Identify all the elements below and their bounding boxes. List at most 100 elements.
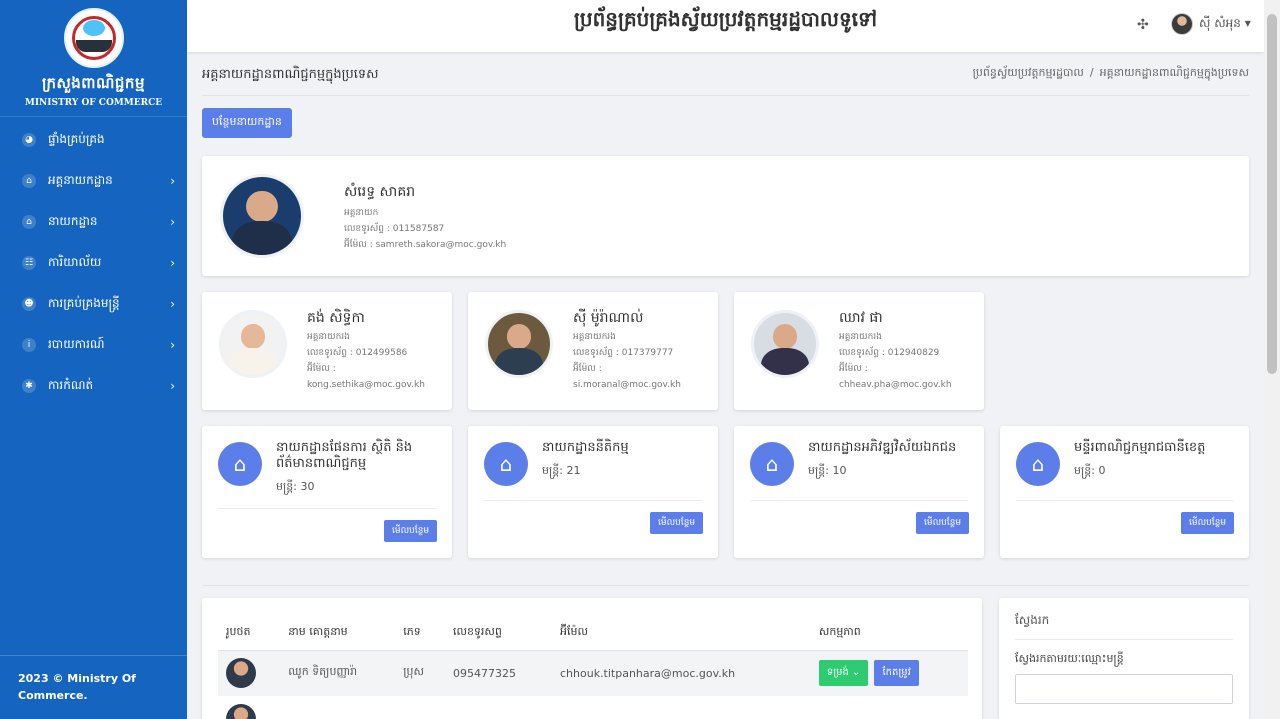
sidebar-item-label: ការិយាល័យ bbox=[48, 254, 102, 269]
column-header: សកម្មភាព bbox=[810, 616, 968, 651]
deputy-role: អគ្គនាយករង bbox=[307, 332, 350, 342]
page-header: អគ្គនាយកដ្ឋានពាណិជ្ជកម្មក្នុងប្រទេស ប្រព… bbox=[202, 66, 1249, 96]
deputy-photo bbox=[219, 310, 287, 378]
column-header: លេខទូរសព្ទ bbox=[445, 616, 552, 651]
deputy-role: អគ្គនាយករង bbox=[839, 332, 882, 342]
view-more-button[interactable]: មើលបន្ថែម bbox=[1181, 512, 1235, 534]
breadcrumb-link[interactable]: ប្រព័ន្ធស្វ័យប្រវត្តកម្មរដ្ឋបាល bbox=[973, 66, 1084, 79]
sidebar-item-reports[interactable]: i របាយការណ៍ › bbox=[0, 324, 187, 365]
department-name: នាយកដ្ឋានផែនការ ស្ថិតិ និងព័ត៌មានពាណិជ្ជ… bbox=[276, 440, 413, 471]
deputy-card: គង់ សិទ្ធិកា អគ្គនាយករង លេខទូរស័ព្ទ : 01… bbox=[202, 292, 452, 410]
deputy-email: kong.sethika@moc.gov.kh bbox=[307, 380, 425, 390]
deputy-email: chheav.pha@moc.gov.kh bbox=[839, 380, 952, 390]
chevron-right-icon: › bbox=[170, 337, 175, 352]
sidebar-nav: ◕ ផ្ទាំងគ្រប់គ្រង ⌂ អគ្គនាយកដ្ឋាន › ⌂ នា… bbox=[0, 117, 187, 406]
deputy-email: si.moranal@moc.gov.kh bbox=[573, 380, 681, 390]
sidebar-item-settings[interactable]: ✱ ការកំណត់ › bbox=[0, 365, 187, 406]
gear-icon: ✱ bbox=[22, 378, 36, 393]
gender-cell: ប្រុស bbox=[395, 650, 445, 696]
avatar bbox=[226, 658, 256, 689]
add-department-button[interactable]: បន្ថែមនាយកដ្ឋាន bbox=[202, 108, 292, 138]
deputy-card: ស៊ី ម៉ូរ៉ាណាល់ អគ្គនាយករង លេខទូរស័ព្ទ : … bbox=[468, 292, 718, 410]
sitemap-icon: ☷ bbox=[22, 255, 36, 270]
house-icon: ⌂ bbox=[484, 442, 528, 486]
deputy-role: អគ្គនាយករង bbox=[573, 332, 616, 342]
scrollbar[interactable] bbox=[1264, 0, 1280, 719]
search-input[interactable] bbox=[1015, 674, 1233, 704]
name-cell bbox=[280, 696, 395, 719]
avatar bbox=[1171, 13, 1193, 35]
column-header: ភេទ bbox=[395, 616, 445, 651]
staff-table: រូបថត នាម គោត្តនាម ភេទ លេខទូរសព្ទ អ៊ីម៉ែ… bbox=[218, 616, 968, 719]
deputy-email-label: អ៊ីម៉ែល : bbox=[839, 364, 868, 374]
column-header: អ៊ីម៉ែល bbox=[552, 616, 811, 651]
sidebar-item-label: ការកំណត់ bbox=[48, 377, 94, 392]
card-divider bbox=[484, 500, 702, 501]
column-header: រូបថត bbox=[218, 616, 281, 651]
name-cell: ឈូក ទិត្យបញ្ញារ៉ា bbox=[280, 650, 396, 696]
department-name: នាយកដ្ឋានអភិវឌ្ឍវិស័យឯកជន bbox=[808, 440, 957, 455]
house-icon: ⌂ bbox=[1016, 442, 1060, 486]
house-icon: ⌂ bbox=[750, 442, 794, 486]
user-menu[interactable]: ស៊ី សំអុន ▾ bbox=[1171, 13, 1251, 35]
deputy-phone: លេខទូរស័ព្ទ : 017379777 bbox=[573, 348, 674, 358]
profile-dropdown-button[interactable]: ទម្រង់ ⌄ bbox=[818, 660, 869, 687]
chevron-right-icon: › bbox=[170, 214, 175, 229]
user-name: ស៊ី សំអុន ▾ bbox=[1199, 16, 1251, 30]
sidebar-footer: 2023 © Ministry Of Commerce. bbox=[0, 655, 187, 719]
sidebar-item-dashboard[interactable]: ◕ ផ្ទាំងគ្រប់គ្រង bbox=[0, 119, 187, 160]
chevron-right-icon: › bbox=[170, 296, 175, 311]
system-title: ប្រព័ន្ធគ្រប់គ្រងស្វ័យប្រវត្តកម្មរដ្ឋបាល… bbox=[573, 7, 878, 31]
brand: ក្រសួងពាណិជ្ជកម្ម MINISTRY OF COMMERCE bbox=[0, 0, 187, 117]
avatar bbox=[226, 704, 256, 719]
table-header-row: រូបថត នាម គោត្តនាម ភេទ លេខទូរសព្ទ អ៊ីម៉ែ… bbox=[218, 616, 968, 651]
scrollbar-thumb[interactable] bbox=[1267, 14, 1277, 374]
director-info: អគ្គនាយក លេខទូរស័ព្ទ : 011587587 អ៊ីម៉ែល… bbox=[344, 205, 506, 253]
chevron-right-icon: › bbox=[170, 173, 175, 188]
sidebar-item-label: អគ្គនាយកដ្ឋាន bbox=[48, 172, 113, 187]
card-divider bbox=[1016, 500, 1234, 501]
department-card: ⌂ មន្ទីរពាណិជ្ជកម្មរាជធានីខេត្ត មន្ត្រី:… bbox=[1000, 426, 1249, 558]
sidebar-item-label: របាយការណ៍ bbox=[48, 336, 105, 351]
deputy-name: ស៊ី ម៉ូរ៉ាណាល់ bbox=[573, 310, 644, 326]
info-icon: i bbox=[22, 337, 36, 352]
globe-icon: ◕ bbox=[22, 132, 36, 147]
deputy-info: អគ្គនាយករង លេខទូរស័ព្ទ : 017379777 អ៊ីម៉… bbox=[573, 329, 681, 393]
deputy-email-label: អ៊ីម៉ែល : bbox=[573, 364, 602, 374]
brand-title-en: MINISTRY OF COMMERCE bbox=[24, 98, 163, 108]
edit-button[interactable]: កែតម្រូវ bbox=[874, 660, 919, 687]
phone-cell: 095477325 bbox=[445, 650, 552, 696]
department-card: ⌂ នាយកដ្ឋានអភិវឌ្ឍវិស័យឯកជន មន្ត្រី: 10 … bbox=[734, 426, 984, 558]
view-more-button[interactable]: មើលបន្ថែម bbox=[650, 512, 704, 534]
deputy-card: ឈាវ ផា អគ្គនាយករង លេខទូរស័ព្ទ : 01294082… bbox=[734, 292, 984, 410]
view-more-button[interactable]: មើលបន្ថែម bbox=[916, 512, 970, 534]
sidebar-item-departments[interactable]: ⌂ នាយកដ្ឋាន › bbox=[0, 201, 187, 242]
sidebar-item-label: ផ្ទាំងគ្រប់គ្រង bbox=[48, 131, 105, 146]
fullscreen-icon[interactable]: ✣ bbox=[1137, 17, 1149, 33]
director-phone: លេខទូរស័ព្ទ : 011587587 bbox=[344, 224, 445, 234]
sidebar-item-staff-management[interactable]: ☻ ការគ្រប់គ្រងមន្ត្រី › bbox=[0, 283, 187, 324]
director-card: សំរេទ្ធ សាគរា អគ្គនាយក លេខទូរស័ព្ទ : 011… bbox=[202, 156, 1249, 276]
photo-cell bbox=[218, 696, 280, 719]
deputy-name: គង់ សិទ្ធិកា bbox=[307, 310, 365, 326]
department-card: ⌂ នាយកដ្ឋាននីតិកម្ម មន្ត្រី: 21 មើលបន្ថែ… bbox=[468, 426, 718, 558]
staff-table-card: រូបថត នាម គោត្តនាម ភេទ លេខទូរសព្ទ អ៊ីម៉ែ… bbox=[202, 598, 982, 719]
ministry-logo[interactable] bbox=[63, 8, 124, 68]
chevron-right-icon: › bbox=[170, 255, 175, 270]
view-more-button[interactable]: មើលបន្ថែម bbox=[384, 520, 438, 542]
department-staff-count: មន្ត្រី: 30 bbox=[276, 480, 315, 493]
card-divider bbox=[1015, 639, 1233, 640]
email-cell: chhouk.titpanhara@moc.gov.kh bbox=[552, 650, 811, 696]
action-cell: ទម្រង់ ⌄ កែតម្រូវ bbox=[810, 650, 968, 696]
deputy-photo bbox=[751, 310, 819, 378]
email-cell bbox=[552, 696, 811, 719]
department-name: មន្ទីរពាណិជ្ជកម្មរាជធានីខេត្ត bbox=[1074, 440, 1206, 455]
deputy-info: អគ្គនាយករង លេខទូរស័ព្ទ : 012499586 អ៊ីម៉… bbox=[307, 329, 425, 393]
department-staff-count: មន្ត្រី: 10 bbox=[808, 464, 847, 477]
department-staff-count: មន្ត្រី: 21 bbox=[542, 464, 581, 477]
sidebar-item-general-departments[interactable]: ⌂ អគ្គនាយកដ្ឋាន › bbox=[0, 160, 187, 201]
department-staff-count: មន្ត្រី: 0 bbox=[1074, 464, 1106, 477]
sidebar-item-offices[interactable]: ☷ ការិយាល័យ › bbox=[0, 242, 187, 283]
bank-icon: ⌂ bbox=[22, 173, 36, 188]
deputy-photo bbox=[485, 310, 553, 378]
